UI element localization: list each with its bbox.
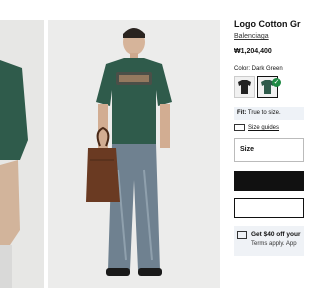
model-image-cropped — [0, 20, 44, 288]
gift-card-icon — [237, 231, 247, 239]
tshirt-icon — [238, 80, 251, 94]
wishlist-button[interactable] — [234, 198, 304, 218]
promo-banner[interactable]: Get $40 off your Terms apply. App — [234, 226, 304, 256]
add-to-bag-button[interactable] — [234, 171, 304, 191]
fit-info: Fit: True to size. — [234, 107, 304, 120]
promo-title: Get $40 off your — [251, 231, 301, 238]
product-image-main[interactable] — [48, 20, 220, 288]
fit-label: Fit: — [237, 110, 247, 116]
fit-value: True to size. — [247, 110, 281, 116]
brand-link[interactable]: Balenciaga — [234, 33, 269, 40]
price: ₩1,204,400 — [234, 48, 272, 55]
size-select[interactable]: Size — [234, 138, 304, 162]
color-label: Color: Dark Green — [234, 66, 283, 72]
color-swatch-black[interactable] — [234, 76, 255, 98]
model-image — [48, 20, 220, 288]
size-guide-label: Size guides — [248, 125, 280, 132]
product-info-panel: Logo Cotton Gr Balenciaga ₩1,204,400 Col… — [226, 0, 304, 300]
promo-subtitle: Terms apply. App — [251, 241, 297, 247]
size-guide-link[interactable]: Size guides — [234, 124, 279, 131]
check-icon: ✓ — [272, 78, 281, 87]
ruler-icon — [234, 124, 245, 131]
product-title: Logo Cotton Gr — [234, 19, 301, 29]
product-image-thumbnail-left[interactable] — [0, 20, 44, 288]
